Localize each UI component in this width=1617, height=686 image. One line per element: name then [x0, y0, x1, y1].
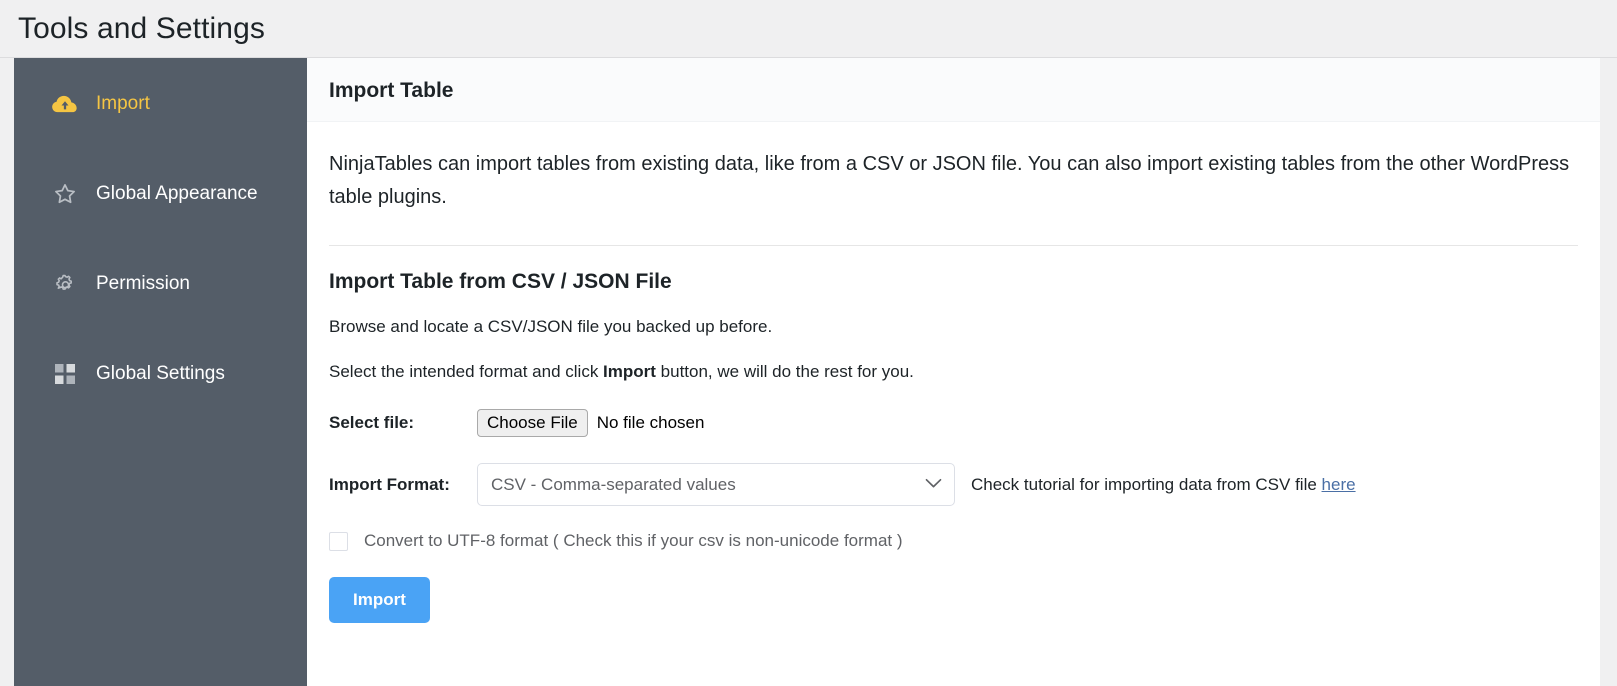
panel-body: NinjaTables can import tables from exist…	[307, 148, 1600, 624]
star-icon	[50, 179, 80, 209]
format-help-text-after: button, we will do the rest for you.	[655, 362, 914, 382]
content-panel: Import Table NinjaTables can import tabl…	[307, 58, 1600, 686]
grid-icon	[50, 359, 80, 389]
panel-title: Import Table	[329, 79, 454, 102]
tutorial-link[interactable]: here	[1322, 475, 1356, 494]
select-file-row: Select file: Choose File No file chosen	[329, 408, 1578, 438]
sidebar-item-label: Global Settings	[96, 363, 225, 384]
choose-file-button[interactable]: Choose File	[477, 408, 588, 438]
sidebar-item-global-appearance[interactable]: Global Appearance	[14, 170, 307, 218]
import-format-row: Import Format: CSV - Comma-separated val…	[329, 463, 1578, 507]
app-shell: Import Global Appearance Permission Glob…	[0, 58, 1617, 686]
sidebar-item-label: Import	[96, 93, 150, 114]
intro-text: NinjaTables can import tables from exist…	[329, 153, 1570, 208]
sidebar-item-label: Global Appearance	[96, 183, 258, 204]
page-header: Tools and Settings	[0, 0, 1617, 58]
cloud-upload-icon	[50, 89, 80, 119]
gear-icon	[50, 269, 80, 299]
sidebar: Import Global Appearance Permission Glob…	[14, 58, 307, 686]
section-divider	[329, 245, 1578, 246]
format-help-text-before: Select the intended format and click	[329, 362, 604, 382]
format-help-text: Select the intended format and click Imp…	[329, 362, 1578, 382]
utf8-checkbox[interactable]	[329, 531, 348, 551]
file-input[interactable]: Choose File No file chosen	[477, 408, 705, 438]
format-help-text-bold: Import	[603, 362, 656, 382]
section-title: Import Table from CSV / JSON File	[329, 270, 672, 293]
utf8-checkbox-label: Convert to UTF-8 format ( Check this if …	[364, 531, 903, 551]
import-format-select-wrapper: CSV - Comma-separated values	[477, 463, 955, 507]
browse-help-text: Browse and locate a CSV/JSON file you ba…	[329, 317, 773, 336]
select-file-label: Select file:	[329, 413, 415, 433]
tutorial-text: Check tutorial for importing data from C…	[971, 475, 1356, 495]
sidebar-item-permission[interactable]: Permission	[14, 260, 307, 308]
chosen-file-name: No file chosen	[596, 413, 705, 433]
import-format-select[interactable]: CSV - Comma-separated values	[477, 463, 955, 507]
sidebar-item-label: Permission	[96, 273, 190, 294]
page-title: Tools and Settings	[18, 11, 265, 45]
sidebar-item-import[interactable]: Import	[14, 80, 307, 128]
panel-header: Import Table	[307, 58, 1600, 122]
utf8-checkbox-row: Convert to UTF-8 format ( Check this if …	[329, 531, 1578, 551]
import-button[interactable]: Import	[329, 577, 430, 624]
sidebar-item-global-settings[interactable]: Global Settings	[14, 350, 307, 398]
import-format-label: Import Format:	[329, 474, 450, 494]
tutorial-text-label: Check tutorial for importing data from C…	[971, 474, 1322, 494]
